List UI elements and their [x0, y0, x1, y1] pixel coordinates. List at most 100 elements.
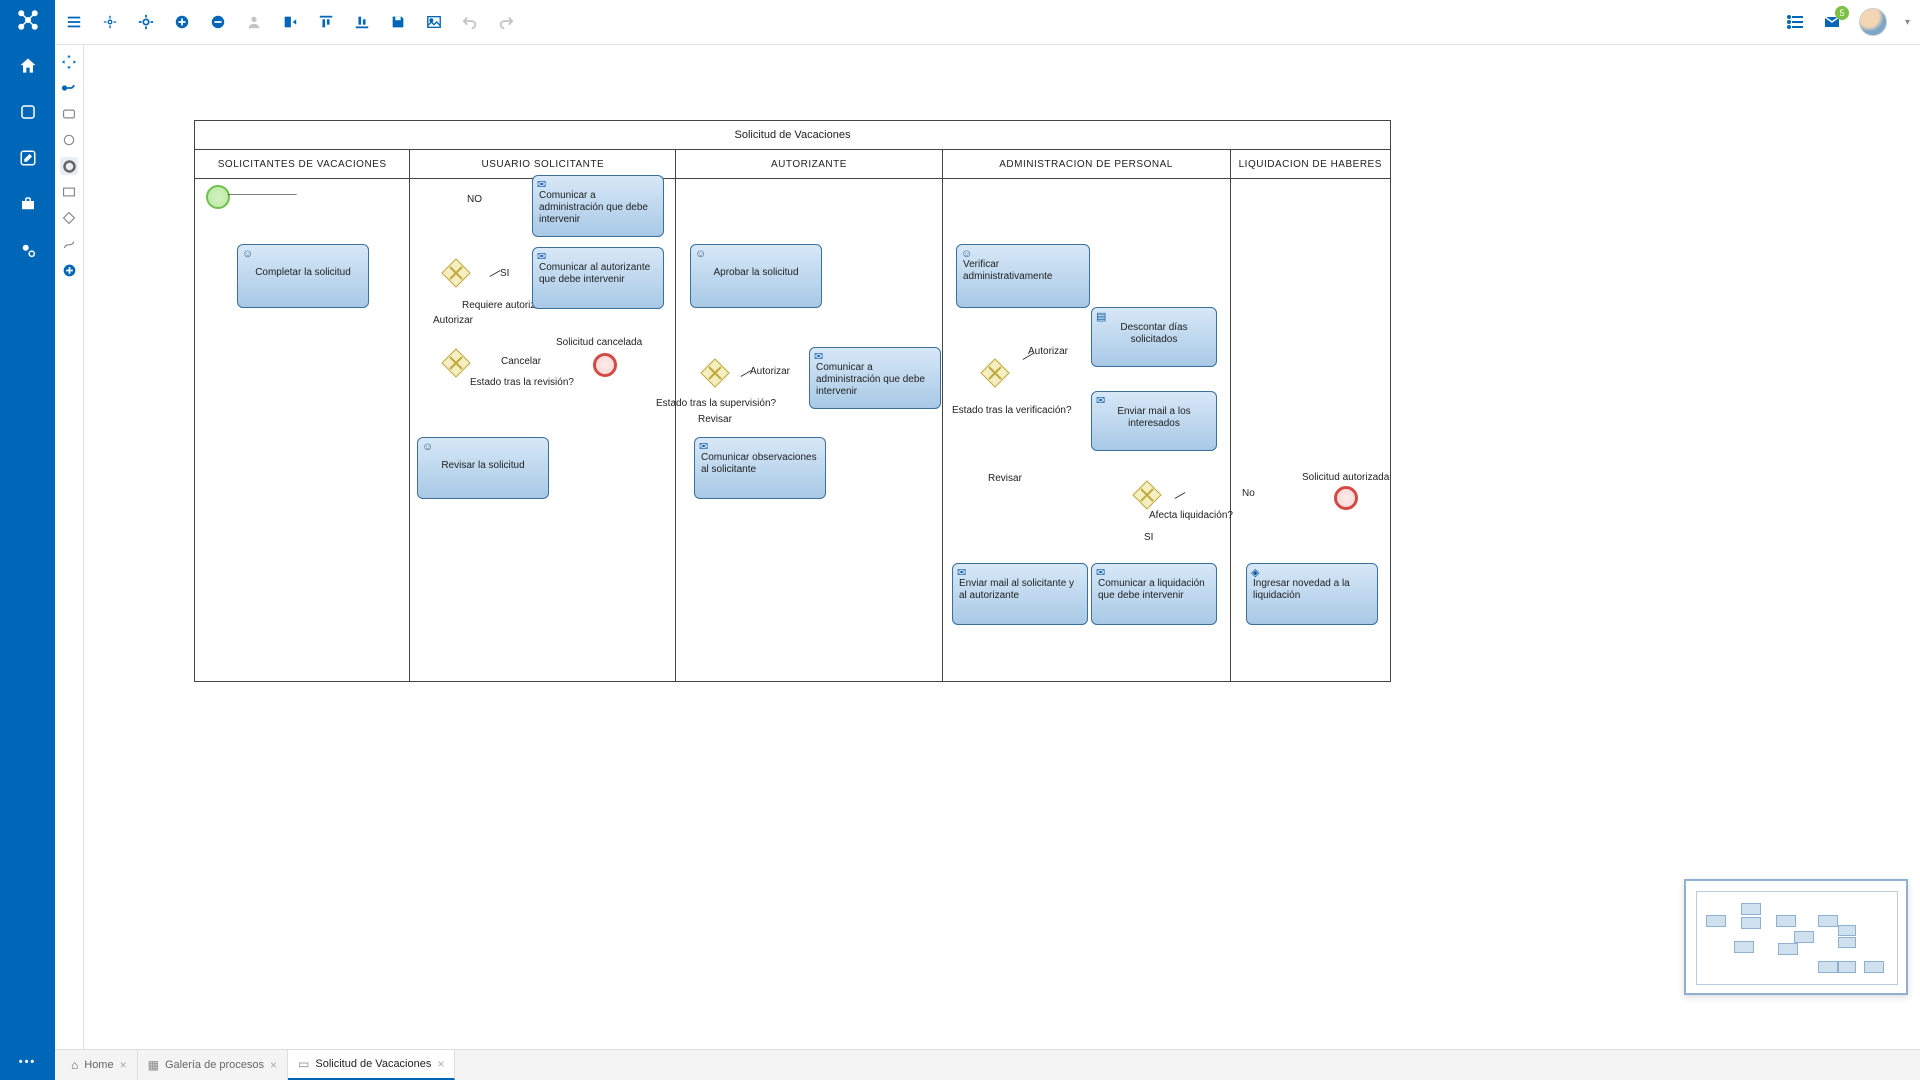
- more-icon[interactable]: •••: [19, 1056, 37, 1068]
- chevron-down-icon[interactable]: ▾: [1905, 17, 1910, 28]
- task-verificar[interactable]: ☺ Verificar administrativamente: [956, 244, 1090, 308]
- mail-task-icon: ✉: [1096, 567, 1105, 579]
- briefcase-icon[interactable]: [16, 192, 40, 216]
- gateway-requiere-autorizacion[interactable]: [440, 257, 472, 289]
- top-toolbar: 5 ▾: [55, 0, 1920, 45]
- square-icon[interactable]: [16, 100, 40, 124]
- label-sol-autorizada: Solicitud autorizada: [1302, 472, 1389, 483]
- gateway-afecta-liquidacion[interactable]: [1131, 479, 1163, 511]
- mail-task-icon: ✉: [957, 567, 966, 579]
- task-aprobar[interactable]: ☺ Aprobar la solicitud: [690, 244, 822, 308]
- gateway-estado-supervision[interactable]: [699, 357, 731, 389]
- end-event-cancel[interactable]: [593, 353, 617, 377]
- notifications-icon[interactable]: 5: [1823, 13, 1841, 31]
- label-autorizar3: Autorizar: [1028, 346, 1068, 357]
- home-tab-icon: ⌂: [71, 1058, 78, 1072]
- tab-solicitud-label: Solicitud de Vacaciones: [315, 1058, 431, 1070]
- app-logo-icon[interactable]: [16, 8, 40, 32]
- label-si2: SI: [1144, 532, 1153, 543]
- gateway-estado-revision[interactable]: [440, 347, 472, 379]
- move-tool-icon[interactable]: [60, 53, 78, 71]
- cursor-icon[interactable]: [101, 13, 119, 31]
- user-task-icon: ☺: [695, 248, 706, 260]
- add-circle-icon[interactable]: [173, 13, 191, 31]
- shape-palette: [55, 45, 84, 1049]
- label-revisar2: Revisar: [698, 414, 732, 425]
- gears-icon[interactable]: [16, 238, 40, 262]
- label-cancelar: Cancelar: [501, 356, 541, 367]
- home-icon[interactable]: [16, 54, 40, 78]
- remove-circle-icon[interactable]: [209, 13, 227, 31]
- lane-4-header: LIQUIDACION DE HABERES: [1231, 150, 1390, 179]
- task-mail-interesados[interactable]: ✉ Enviar mail a los interesados: [1091, 391, 1217, 451]
- import-icon[interactable]: [281, 13, 299, 31]
- diagram-tab-icon: ▭: [298, 1057, 309, 1071]
- label-sol-cancelada: Solicitud cancelada: [556, 337, 642, 348]
- align-top-icon[interactable]: [317, 13, 335, 31]
- main-column: 5 ▾: [55, 0, 1920, 1080]
- task-com-admin2[interactable]: ✉ Comunicar a administración que debe in…: [809, 347, 941, 409]
- tab-solicitud[interactable]: ▭ Solicitud de Vacaciones ×: [288, 1050, 455, 1080]
- label-no2: No: [1242, 488, 1255, 499]
- lane-3-header: ADMINISTRACION DE PERSONAL: [943, 150, 1230, 179]
- user-task-icon: ☺: [242, 248, 253, 260]
- mail-task-icon: ✉: [537, 251, 546, 263]
- close-icon[interactable]: ×: [437, 1057, 444, 1071]
- notifications-badge: 5: [1835, 6, 1849, 20]
- close-icon[interactable]: ×: [270, 1058, 277, 1072]
- mail-task-icon: ✉: [699, 441, 708, 453]
- script-task-icon: ▤: [1096, 311, 1106, 323]
- tab-home[interactable]: ⌂ Home ×: [61, 1050, 138, 1080]
- minimap[interactable]: [1684, 879, 1908, 995]
- gallery-tab-icon: ▦: [148, 1058, 159, 1072]
- user-task-icon: ☺: [961, 248, 972, 260]
- task-com-obs[interactable]: ✉ Comunicar observaciones al solicitante: [694, 437, 826, 499]
- label-no1: NO: [467, 194, 482, 205]
- save-icon[interactable]: [389, 13, 407, 31]
- task-revisar[interactable]: ☺ Revisar la solicitud: [417, 437, 549, 499]
- app-root: ••• 5 ▾: [0, 0, 1920, 1080]
- hamburger-icon[interactable]: [65, 13, 83, 31]
- gw-label-g2: Estado tras la revisión?: [470, 377, 574, 388]
- user-task-icon: ☺: [422, 441, 433, 453]
- task-ingresar[interactable]: ◈ Ingresar novedad a la liquidación: [1246, 563, 1378, 625]
- close-icon[interactable]: ×: [120, 1058, 127, 1072]
- task-completar[interactable]: ☺ Completar la solicitud: [237, 244, 369, 308]
- event-bold-shape-icon[interactable]: [60, 157, 78, 175]
- pool-title: Solicitud de Vacaciones: [195, 121, 1390, 150]
- gw-label-g5: Afecta liquidación?: [1149, 510, 1233, 521]
- start-event[interactable]: [206, 185, 230, 209]
- event-shape-icon[interactable]: [60, 131, 78, 149]
- subprocess-shape-icon[interactable]: [60, 183, 78, 201]
- label-autorizar2: Autorizar: [750, 366, 790, 377]
- align-bottom-icon[interactable]: [353, 13, 371, 31]
- task-descontar[interactable]: ▤ Descontar días solicitados: [1091, 307, 1217, 367]
- end-event-authorized[interactable]: [1334, 486, 1358, 510]
- task-mail-sol-aut[interactable]: ✉ Enviar mail al solicitante y al autori…: [952, 563, 1088, 625]
- flow-shape-icon[interactable]: [60, 235, 78, 253]
- left-nav-rail: •••: [0, 0, 55, 1080]
- lane-2-header: AUTORIZANTE: [676, 150, 941, 179]
- task-com-liq[interactable]: ✉ Comunicar a liquidación que debe inter…: [1091, 563, 1217, 625]
- undo-icon: [461, 13, 479, 31]
- tab-galeria-label: Galería de procesos: [165, 1059, 264, 1071]
- redo-icon: [497, 13, 515, 31]
- gear-icon[interactable]: [137, 13, 155, 31]
- add-shape-icon[interactable]: [60, 261, 78, 279]
- list-icon[interactable]: [1787, 13, 1805, 31]
- label-revisar3: Revisar: [988, 473, 1022, 484]
- lane-0[interactable]: SOLICITANTES DE VACACIONES: [195, 150, 410, 682]
- gateway-estado-verificacion[interactable]: [979, 357, 1011, 389]
- tab-galeria[interactable]: ▦ Galería de procesos ×: [138, 1050, 288, 1080]
- task-shape-icon[interactable]: [60, 105, 78, 123]
- edit-icon[interactable]: [16, 146, 40, 170]
- task-com-autorizante[interactable]: ✉ Comunicar al autorizante que debe inte…: [532, 247, 664, 309]
- avatar[interactable]: [1859, 8, 1887, 36]
- task-com-admin1[interactable]: ✉ Comunicar a administración que debe in…: [532, 175, 664, 237]
- image-icon[interactable]: [425, 13, 443, 31]
- lane-0-header: SOLICITANTES DE VACACIONES: [195, 150, 409, 179]
- diagram-canvas[interactable]: Solicitud de Vacaciones SOLICITANTES DE …: [84, 45, 1920, 1049]
- gateway-shape-icon[interactable]: [60, 209, 78, 227]
- connector-tool-icon[interactable]: [60, 79, 78, 97]
- label-autorizar1: Autorizar: [433, 315, 473, 326]
